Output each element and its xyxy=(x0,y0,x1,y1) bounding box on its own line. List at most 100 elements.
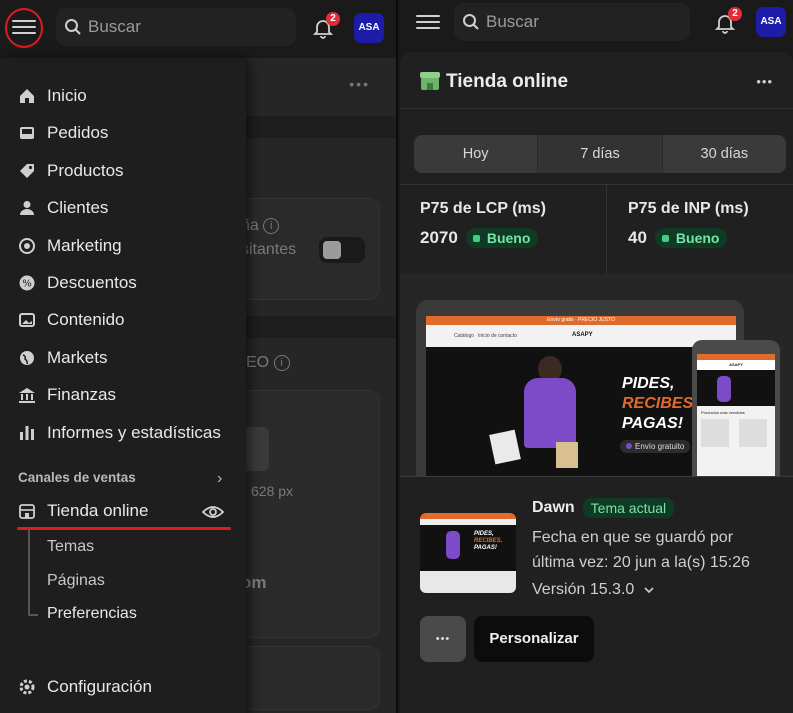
preview-shipping-badge: Envío gratuito xyxy=(635,442,685,451)
top-bar: Buscar 2 ASA xyxy=(0,0,396,52)
thumb-headline: PAGAS! xyxy=(474,545,497,551)
info-icon: i xyxy=(273,355,290,371)
mobile-frame: ASAPY Productos más vendidos xyxy=(692,340,780,476)
status-badge: Bueno xyxy=(654,228,728,248)
online-store-panel: Tienda online ••• Hoy 7 días 30 días P75… xyxy=(400,52,793,713)
sidebar-item-informes[interactable]: Informes y estadísticas xyxy=(18,423,221,443)
chevron-right-icon[interactable]: › xyxy=(217,470,222,488)
discount-icon: % xyxy=(19,275,35,291)
tag-icon xyxy=(20,163,34,178)
sidebar-item-descuentos[interactable]: % Descuentos xyxy=(18,273,137,293)
more-actions-button[interactable]: ••• xyxy=(756,74,773,89)
hamburger-menu-icon[interactable] xyxy=(416,11,440,31)
metric-value: 2070 xyxy=(420,228,458,247)
submenu-item-themes[interactable]: Temas xyxy=(47,538,94,556)
target-icon xyxy=(19,237,35,254)
eye-icon[interactable] xyxy=(202,504,224,520)
underlying-text: 628 px xyxy=(251,483,294,499)
customize-button[interactable]: Personalizar xyxy=(474,616,594,662)
preview-brand: ASAPY xyxy=(697,360,775,370)
sidebar-item-markets[interactable]: Markets xyxy=(18,348,107,368)
sidebar-item-marketing[interactable]: Marketing xyxy=(18,236,122,256)
preview-nav-link: Catálogo xyxy=(454,333,475,339)
theme-name: Dawn xyxy=(532,499,575,516)
gear-icon xyxy=(19,679,35,695)
sidebar-item-pedidos[interactable]: Pedidos xyxy=(18,123,108,143)
sidebar-item-clientes[interactable]: Clientes xyxy=(18,198,108,218)
theme-name-row: Dawn Tema actual xyxy=(532,498,675,518)
image-icon xyxy=(19,313,35,328)
status-text: Bueno xyxy=(486,230,531,246)
version-selector[interactable]: Versión 15.3.0 xyxy=(532,581,654,599)
chevron-down-icon xyxy=(644,586,654,593)
metric-value: 40 xyxy=(628,228,647,247)
submenu-item-pages[interactable]: Páginas xyxy=(47,572,105,590)
preview-headline: PIDES, xyxy=(622,375,675,392)
sidebar-item-online-store[interactable]: Tienda online xyxy=(18,501,148,521)
page-title: Tienda online xyxy=(446,71,569,92)
sidebar-item-label: Productos xyxy=(47,160,124,180)
preview-headline: PAGAS! xyxy=(622,415,684,432)
saved-line: última vez: 20 jun a la(s) 15:26 xyxy=(532,554,750,571)
preview-nav-link: Inicio de contacto xyxy=(478,333,517,339)
theme-more-button[interactable]: ••• xyxy=(420,616,466,662)
submenu-tree-line xyxy=(28,530,30,616)
tab-7-days[interactable]: 7 días xyxy=(538,135,663,173)
inbox-icon xyxy=(20,127,34,140)
preview-brand: ASAPY xyxy=(572,332,593,338)
avatar[interactable]: ASA xyxy=(354,13,384,43)
status-badge: Bueno xyxy=(465,228,539,248)
nav-drawer: Inicio Pedidos Productos Clientes Marketing%… xyxy=(0,58,246,713)
sidebar-item-settings[interactable]: Configuración xyxy=(18,677,152,697)
sales-channels-heading: Canales de ventas xyxy=(18,470,136,485)
status-text: Bueno xyxy=(675,230,720,246)
sidebar-item-label: Inicio xyxy=(47,86,87,105)
tab-30-days[interactable]: 30 días xyxy=(663,135,786,173)
sidebar-item-label: Marketing xyxy=(47,235,122,255)
store-icon xyxy=(420,72,440,90)
svg-text:%: % xyxy=(22,279,32,290)
sidebar-item-inicio[interactable]: Inicio xyxy=(18,86,87,106)
sidebar-item-label: Markets xyxy=(47,347,108,367)
search-input[interactable]: Buscar xyxy=(454,3,690,41)
current-theme-badge: Tema actual xyxy=(582,498,675,518)
theme-thumbnail[interactable]: PIDES, RECIBES, PAGAS! xyxy=(420,513,516,593)
notifications-button[interactable]: 2 xyxy=(714,7,742,34)
saved-date-text: Fecha en que se guardó por última vez: 2… xyxy=(532,525,750,575)
globe-icon xyxy=(20,350,34,365)
thumb-headline: RECIBES, xyxy=(474,538,503,544)
date-range-tabs: Hoy 7 días 30 días xyxy=(414,135,786,173)
metric-label: P75 de INP (ms) xyxy=(628,200,749,217)
underlying-text: sitantes xyxy=(241,241,297,258)
preview-headline: RECIBES, xyxy=(622,395,698,412)
underlying-more-icon: ••• xyxy=(349,76,370,92)
avatar[interactable]: ASA xyxy=(756,7,786,37)
saved-line: Fecha en que se guardó por xyxy=(532,529,734,546)
toggle[interactable] xyxy=(319,237,365,263)
search-placeholder: Buscar xyxy=(88,17,141,36)
sidebar-item-label: Descuentos xyxy=(47,273,137,292)
store-icon xyxy=(19,504,35,519)
sidebar-item-label: Configuración xyxy=(47,677,152,696)
bar-chart-icon xyxy=(20,425,34,440)
theme-preview: Envío gratis · PRECIO JUSTO Catálogo Ini… xyxy=(400,274,793,476)
tab-today[interactable]: Hoy xyxy=(414,135,539,173)
sidebar-item-label: Clientes xyxy=(47,198,109,218)
sidebar-item-productos[interactable]: Productos xyxy=(18,161,124,181)
left-screen: ••• ña i sitantes EO i 628 px om Buscar … xyxy=(0,0,396,713)
metric-label: P75 de LCP (ms) xyxy=(420,200,546,217)
highlight-circle xyxy=(5,8,43,48)
info-icon: i xyxy=(263,218,280,234)
sidebar-item-label: Informes y estadísticas xyxy=(47,422,221,442)
notifications-button[interactable]: 2 xyxy=(312,12,340,39)
bank-icon xyxy=(19,388,35,404)
search-input[interactable]: Buscar xyxy=(56,8,296,46)
sidebar-item-contenido[interactable]: Contenido xyxy=(18,310,125,330)
sidebar-item-label: Pedidos xyxy=(47,123,109,143)
sidebar-item-finanzas[interactable]: Finanzas xyxy=(18,385,116,405)
version-text: Versión 15.3.0 xyxy=(532,581,635,598)
notification-badge: 2 xyxy=(326,12,340,26)
submenu-item-preferences[interactable]: Preferencias xyxy=(47,605,137,623)
search-icon xyxy=(65,19,81,35)
sidebar-item-label: Finanzas xyxy=(47,385,116,405)
